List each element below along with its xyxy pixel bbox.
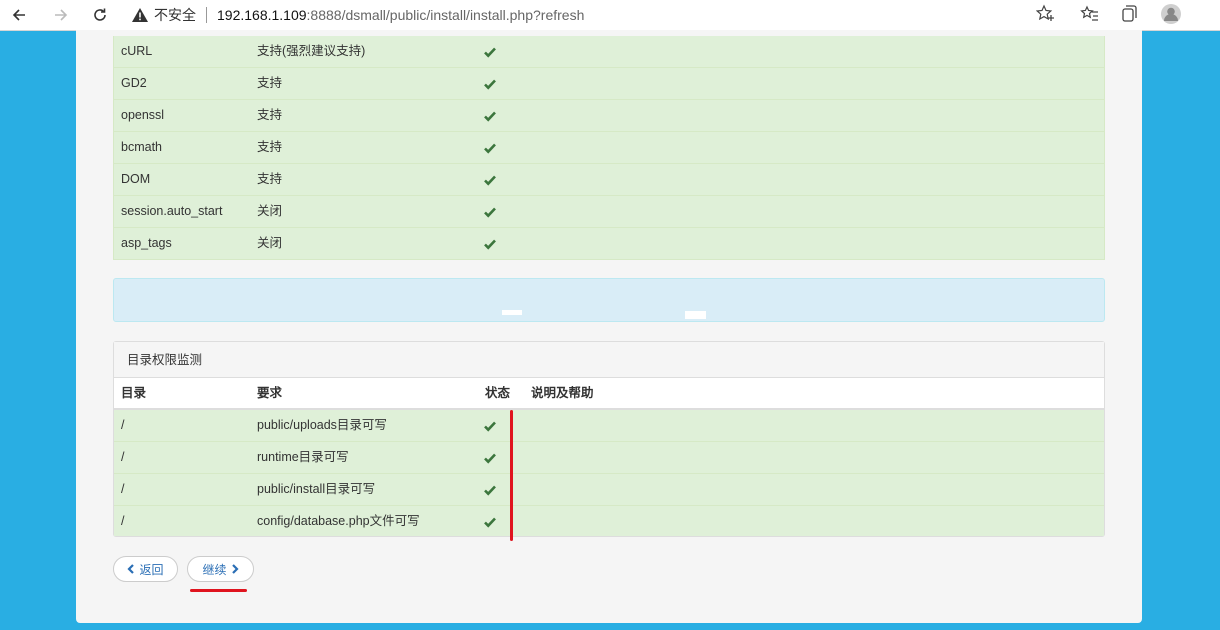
reload-icon[interactable] bbox=[89, 4, 111, 26]
table-row: DOM 支持 bbox=[114, 164, 1104, 196]
env-name: session.auto_start bbox=[121, 204, 223, 218]
check-icon bbox=[483, 451, 497, 465]
env-value: 支持(强烈建议支持) bbox=[257, 44, 366, 58]
table-row: / public/install目录可写 bbox=[114, 474, 1104, 506]
table-row: / runtime目录可写 bbox=[114, 442, 1104, 474]
url-path: :8888/dsmall/public/install/install.php?… bbox=[306, 7, 585, 23]
collections-icon[interactable] bbox=[1120, 3, 1140, 27]
profile-avatar-icon[interactable] bbox=[1160, 3, 1182, 27]
favorites-list-icon[interactable] bbox=[1080, 3, 1100, 27]
chevron-right-icon bbox=[231, 564, 239, 574]
check-icon bbox=[483, 45, 497, 59]
env-name: cURL bbox=[121, 44, 153, 58]
check-icon bbox=[483, 173, 497, 187]
env-name: openssl bbox=[121, 108, 165, 122]
warning-icon bbox=[132, 8, 148, 22]
check-icon bbox=[483, 483, 497, 497]
dir-path: / bbox=[121, 514, 125, 528]
annotation-vertical-line bbox=[510, 410, 513, 541]
continue-button-label: 继续 bbox=[202, 562, 227, 577]
table-row: cURL 支持(强烈建议支持) bbox=[114, 36, 1104, 68]
env-value: 支持 bbox=[257, 108, 283, 122]
table-row: GD2 支持 bbox=[114, 68, 1104, 100]
redaction-mark bbox=[685, 311, 706, 319]
url-host: 192.168.1.109 bbox=[217, 7, 307, 23]
dir-permission-panel: 目录权限监测 目录 要求 状态 说明及帮助 / public/uploads目录… bbox=[113, 341, 1105, 537]
security-label: 不安全 bbox=[154, 7, 196, 23]
env-value: 支持 bbox=[257, 140, 283, 154]
dir-table-body: / public/uploads目录可写 / runtime目录可写 / pub… bbox=[114, 410, 1104, 536]
col-header-req: 要求 bbox=[257, 386, 283, 400]
annotation-underline bbox=[190, 589, 247, 592]
col-header-dir: 目录 bbox=[121, 386, 147, 400]
check-icon bbox=[483, 205, 497, 219]
dir-path: / bbox=[121, 418, 125, 432]
dir-requirement: public/uploads目录可写 bbox=[257, 418, 387, 432]
chevron-left-icon bbox=[127, 564, 135, 574]
table-row: session.auto_start 关闭 bbox=[114, 196, 1104, 228]
dir-requirement: config/database.php文件可写 bbox=[257, 514, 420, 528]
col-header-status: 状态 bbox=[485, 386, 511, 400]
env-name: GD2 bbox=[121, 76, 147, 90]
table-row: / public/uploads目录可写 bbox=[114, 410, 1104, 442]
env-value: 关闭 bbox=[257, 204, 283, 218]
dir-requirement: public/install目录可写 bbox=[257, 482, 376, 496]
dir-path: / bbox=[121, 450, 125, 464]
check-icon bbox=[483, 515, 497, 529]
check-icon bbox=[483, 109, 497, 123]
table-header: 目录 要求 状态 说明及帮助 bbox=[114, 378, 1104, 410]
address-divider bbox=[206, 7, 207, 23]
panel-title: 目录权限监测 bbox=[114, 342, 1104, 378]
back-button[interactable]: 返回 bbox=[113, 556, 178, 582]
redaction-mark bbox=[502, 310, 522, 315]
env-value: 支持 bbox=[257, 172, 283, 186]
env-check-table: cURL 支持(强烈建议支持) GD2 支持 openssl 支持 bcmath… bbox=[113, 36, 1105, 260]
back-button-label: 返回 bbox=[139, 562, 164, 577]
forward-arrow-icon[interactable] bbox=[50, 4, 72, 26]
check-icon bbox=[483, 237, 497, 251]
check-icon bbox=[483, 141, 497, 155]
browser-toolbar: 不安全 192.168.1.109 :8888/dsmall/public/in… bbox=[0, 0, 1220, 31]
favorite-star-icon[interactable] bbox=[1035, 3, 1056, 27]
env-value: 关闭 bbox=[257, 236, 283, 250]
table-row: openssl 支持 bbox=[114, 100, 1104, 132]
col-header-help: 说明及帮助 bbox=[531, 386, 594, 400]
table-row: / config/database.php文件可写 bbox=[114, 506, 1104, 538]
address-bar[interactable]: 不安全 192.168.1.109 :8888/dsmall/public/in… bbox=[132, 4, 584, 26]
env-name: DOM bbox=[121, 172, 151, 186]
continue-button[interactable]: 继续 bbox=[187, 556, 254, 582]
info-alert bbox=[113, 278, 1105, 322]
dir-path: / bbox=[121, 482, 125, 496]
check-icon bbox=[483, 77, 497, 91]
env-value: 支持 bbox=[257, 76, 283, 90]
env-name: bcmath bbox=[121, 140, 162, 154]
check-icon bbox=[483, 419, 497, 433]
dir-requirement: runtime目录可写 bbox=[257, 450, 349, 464]
back-arrow-icon[interactable] bbox=[8, 4, 30, 26]
env-name: asp_tags bbox=[121, 236, 172, 250]
table-row: bcmath 支持 bbox=[114, 132, 1104, 164]
table-row: asp_tags 关闭 bbox=[114, 228, 1104, 260]
